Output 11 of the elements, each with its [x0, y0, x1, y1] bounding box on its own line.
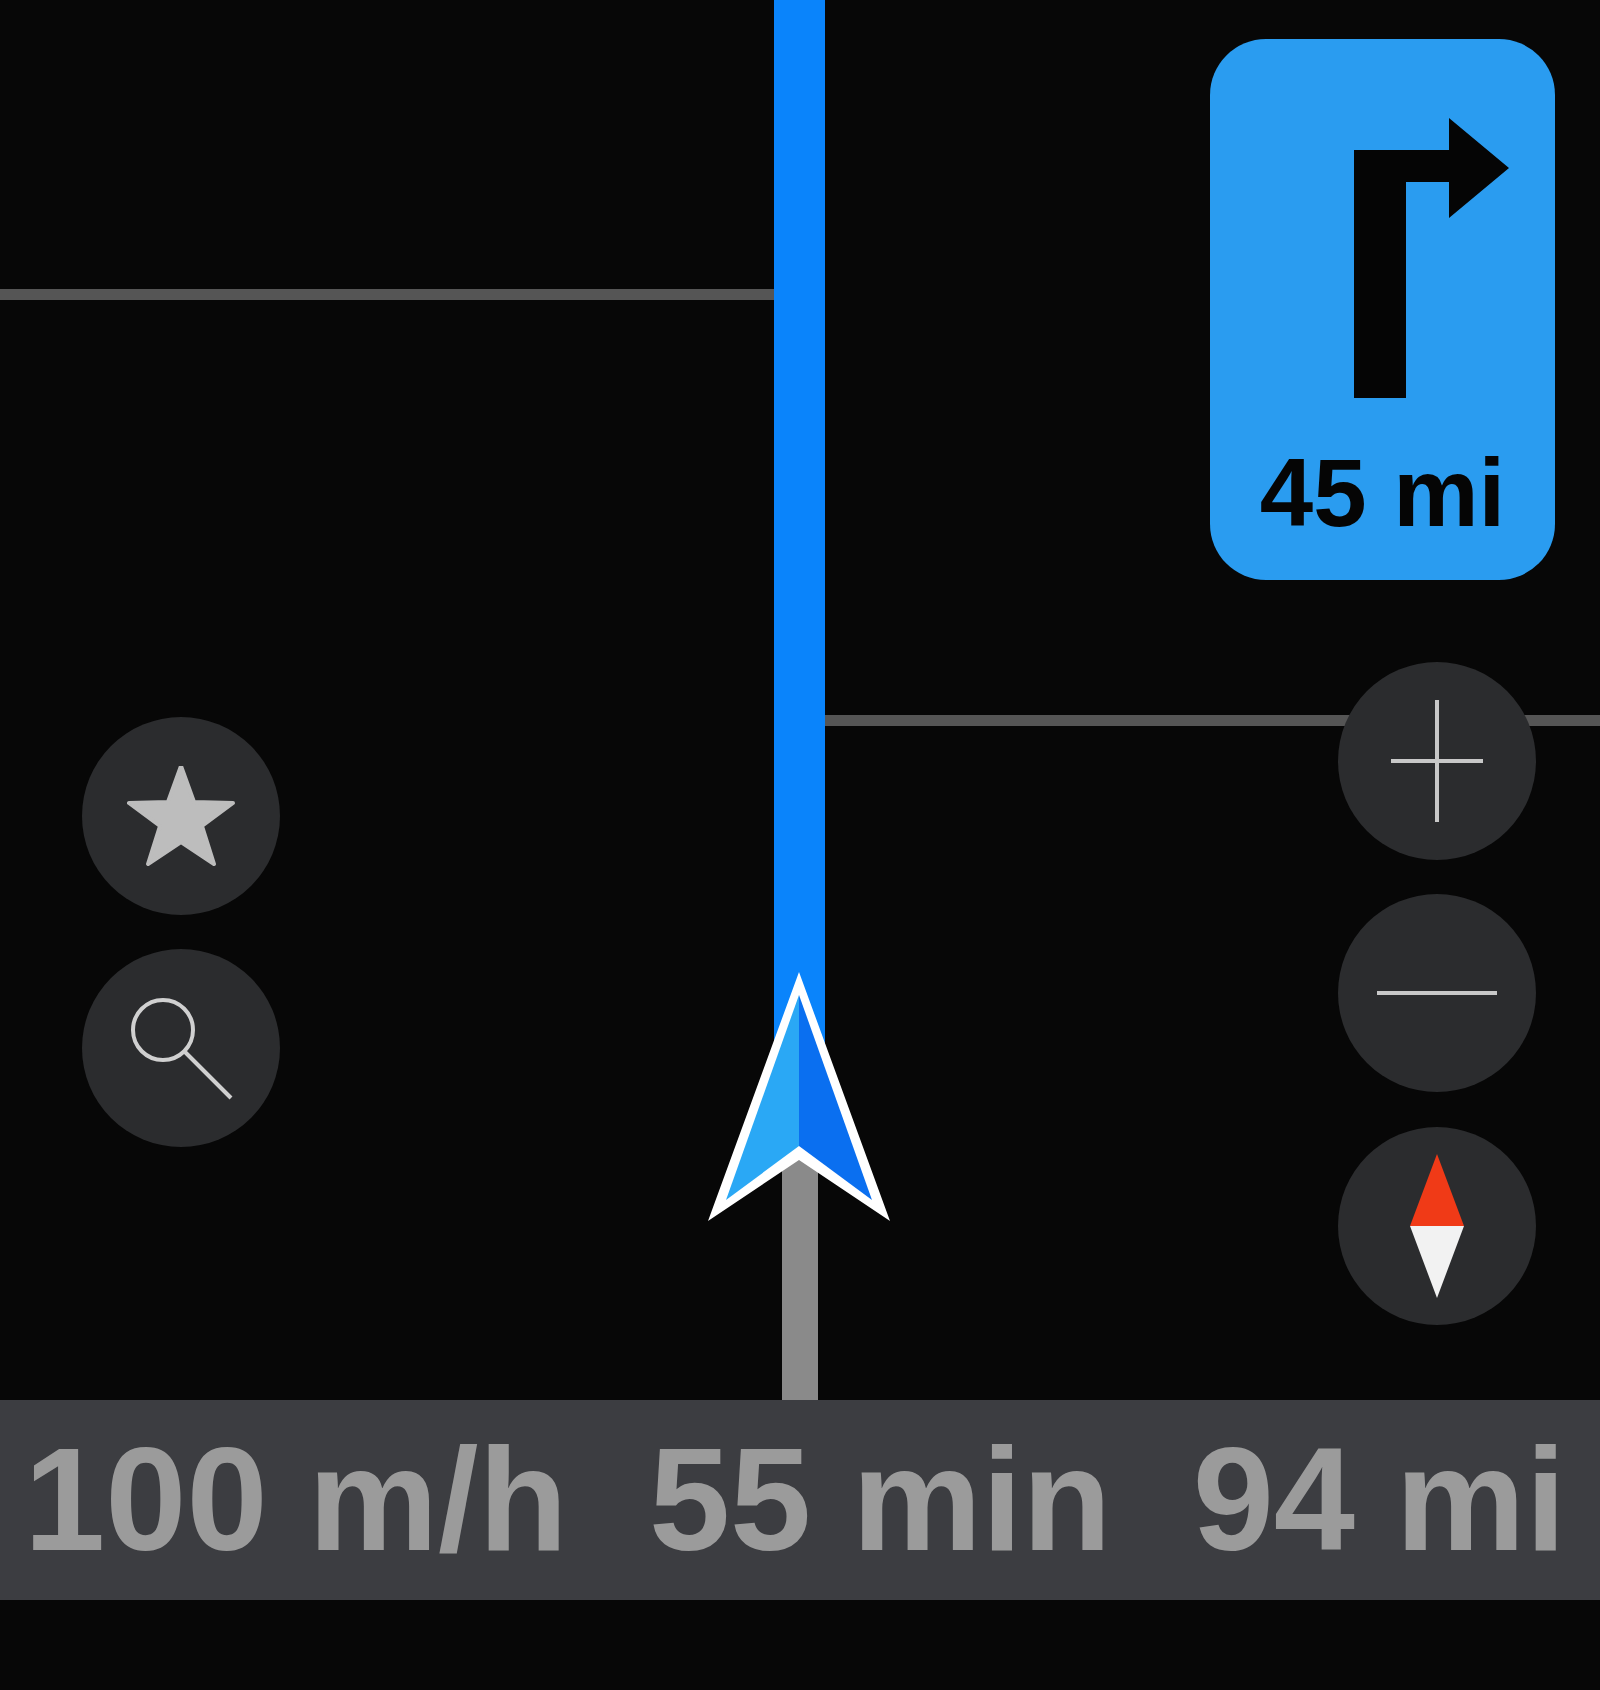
distance-remaining: 94 mi	[1191, 1419, 1567, 1581]
speed-reading: 100 m/h	[23, 1419, 569, 1581]
time-remaining: 55 min	[647, 1419, 1113, 1581]
turn-right-icon	[1354, 118, 1509, 398]
star-icon	[127, 766, 235, 866]
position-arrow-icon	[708, 972, 890, 1221]
compass-icon	[1410, 1154, 1464, 1298]
plus-icon	[1391, 700, 1483, 822]
search-icon	[129, 996, 233, 1100]
turn-distance: 45 mi	[1259, 440, 1506, 546]
minus-icon	[1377, 991, 1497, 995]
